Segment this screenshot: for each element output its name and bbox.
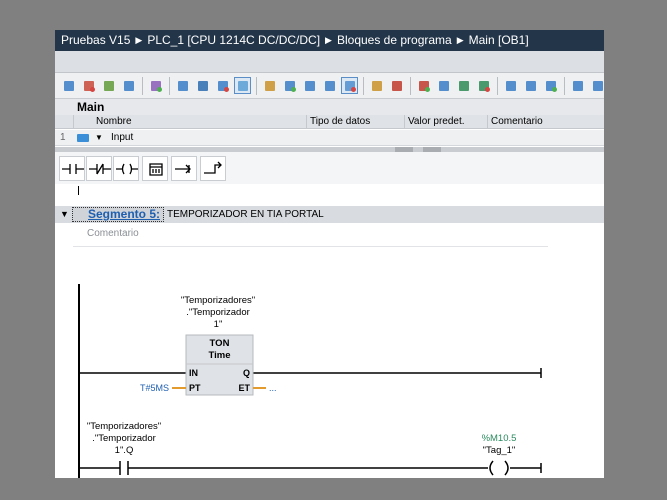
lad-instruction-bar xyxy=(55,152,604,184)
segment-header[interactable]: ▼ Segmento 5: TEMPORIZADOR EN TIA PORTAL xyxy=(55,206,604,223)
segment-title[interactable]: Segmento 5: xyxy=(88,207,160,222)
next-icon[interactable] xyxy=(542,77,559,94)
timer-pin-pt: PT xyxy=(189,383,201,393)
timer-instance-line2: ."Temporizador xyxy=(186,307,250,318)
timer-block[interactable]: TON Time IN PT Q ET xyxy=(185,334,254,396)
close-branch-icon[interactable] xyxy=(200,156,226,181)
timer-instance-line3: 1" xyxy=(214,319,223,330)
favorites-icon[interactable] xyxy=(174,77,191,94)
breadcrumb-item-plc[interactable]: PLC_1 [CPU 1214C DC/DC/DC] xyxy=(147,33,320,47)
toolbar-separator xyxy=(410,76,411,95)
list-view-icon[interactable] xyxy=(194,77,211,94)
chevron-right-icon: ▶ xyxy=(135,35,143,45)
interface-header: Nombre Tipo de datos Valor predet. Comen… xyxy=(55,115,604,129)
toolbar-separator xyxy=(256,76,257,95)
toolbar-separator xyxy=(169,76,170,95)
toolbar-separator xyxy=(497,76,498,95)
contact-label-line3: 1".Q xyxy=(115,445,134,456)
text-cursor xyxy=(78,186,79,195)
chevron-right-icon: ▶ xyxy=(456,35,464,45)
insert-row-icon[interactable] xyxy=(100,77,117,94)
open-networks-icon[interactable] xyxy=(281,77,298,94)
timer-pin-et: ET xyxy=(238,383,250,393)
timer-type: TON xyxy=(210,338,230,349)
input-section-icon xyxy=(77,134,89,142)
collapse-triangle-icon[interactable]: ▼ xyxy=(60,209,69,219)
breadcrumb: Pruebas V15 ▶ PLC_1 [CPU 1214C DC/DC/DC] ▶ B… xyxy=(55,30,604,51)
chevron-right-icon: ▶ xyxy=(325,35,332,45)
display-icon[interactable] xyxy=(214,77,231,94)
column-comment[interactable]: Comentario xyxy=(487,115,604,129)
pt-value[interactable]: T#5MS xyxy=(140,383,169,393)
window-band xyxy=(55,51,604,73)
expand-triangle-icon[interactable]: ▼ xyxy=(95,130,103,146)
monitoring-off-icon[interactable] xyxy=(589,77,604,94)
timer-pin-q: Q xyxy=(243,368,250,378)
output-coil[interactable] xyxy=(489,460,509,476)
delete-network-icon[interactable] xyxy=(80,77,97,94)
segment-comment[interactable]: Comentario xyxy=(73,227,548,247)
nc-contact-icon[interactable] xyxy=(86,156,112,181)
show-network-icon[interactable] xyxy=(261,77,278,94)
row-name: Input xyxy=(111,132,134,143)
ladder-diagram: "Temporizadores" ."Temporizador 1" TON T… xyxy=(78,284,542,478)
comments-toggle-icon[interactable] xyxy=(234,77,251,94)
monitoring-on-icon[interactable] xyxy=(569,77,586,94)
remove-breakpoint-icon[interactable] xyxy=(415,77,432,94)
output-coil-icon[interactable] xyxy=(113,156,139,181)
download-icon[interactable] xyxy=(455,77,472,94)
toolbar-separator xyxy=(564,76,565,95)
timer-instance-line1: "Temporizadores" xyxy=(181,295,255,306)
upload-icon[interactable] xyxy=(475,77,492,94)
segment-description[interactable]: TEMPORIZADOR EN TIA PORTAL xyxy=(167,207,324,222)
insert-network-icon[interactable] xyxy=(60,77,77,94)
show-all-icon[interactable] xyxy=(341,77,358,94)
timer-pin-in: IN xyxy=(189,368,198,378)
et-value[interactable]: ... xyxy=(269,383,277,393)
block-title: Main xyxy=(55,99,604,115)
coil-tag[interactable]: "Tag_1" xyxy=(483,445,516,456)
navigate-icon[interactable] xyxy=(435,77,452,94)
monitor-icon[interactable] xyxy=(368,77,385,94)
column-datatype[interactable]: Tipo de datos xyxy=(306,115,404,129)
breadcrumb-item-project[interactable]: Pruebas V15 xyxy=(61,33,130,47)
no-contact-icon[interactable] xyxy=(59,156,85,181)
go-to-icon[interactable] xyxy=(502,77,519,94)
toolbar-separator xyxy=(363,76,364,95)
column-name[interactable]: Nombre xyxy=(73,115,306,129)
column-default[interactable]: Valor predet. xyxy=(404,115,487,129)
toolbar-separator xyxy=(142,76,143,95)
no-contact[interactable] xyxy=(119,461,129,475)
absolute-operands-icon[interactable] xyxy=(147,77,164,94)
breadcrumb-item-main[interactable]: Main [OB1] xyxy=(469,33,529,47)
breadcrumb-item-blocks[interactable]: Bloques de programa xyxy=(337,33,452,47)
open-branch-icon[interactable] xyxy=(171,156,197,181)
contact-label-line2: ."Temporizador xyxy=(92,433,156,444)
interface-row[interactable]: 1 ▼ Input xyxy=(55,130,604,146)
timer-subtype: Time xyxy=(208,350,230,361)
empty-box-icon[interactable] xyxy=(142,156,168,181)
close-networks-icon[interactable] xyxy=(301,77,318,94)
breakpoint-icon[interactable] xyxy=(388,77,405,94)
previous-icon[interactable] xyxy=(522,77,539,94)
plc-editor-window: Pruebas V15 ▶ PLC_1 [CPU 1214C DC/DC/DC] ▶ B… xyxy=(55,30,604,478)
row-number: 1 xyxy=(60,132,66,143)
coil-address[interactable]: %M10.5 xyxy=(482,433,517,444)
contact-label-line1: "Temporizadores" xyxy=(87,421,161,432)
local-tags-icon[interactable] xyxy=(321,77,338,94)
editor-toolbar xyxy=(55,73,604,99)
add-row-icon[interactable] xyxy=(120,77,137,94)
